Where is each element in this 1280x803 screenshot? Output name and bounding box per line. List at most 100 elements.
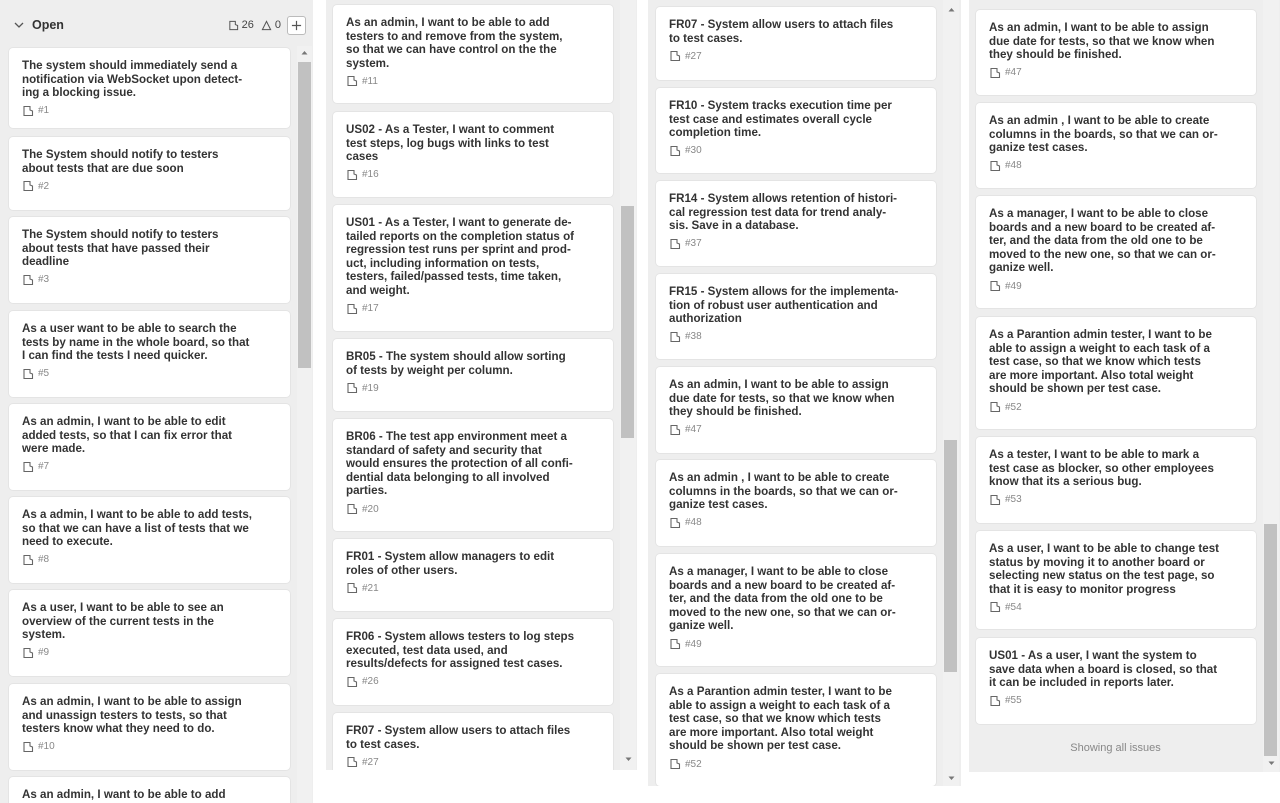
issue-title: As an admin, I want to be able to assign…: [669, 378, 895, 419]
issue-count-icon: [228, 20, 238, 30]
issue-icon: [670, 331, 681, 342]
issue-card[interactable]: US01 - As a Tester, I want to generate d…: [333, 205, 613, 331]
issue-card[interactable]: BR05 - The system should allow sorting o…: [333, 339, 613, 411]
issue-number: #47: [685, 424, 702, 436]
issue-id: #10: [22, 741, 55, 753]
issue-card[interactable]: As a Parantion admin tester, I want to b…: [656, 674, 936, 786]
issue-card[interactable]: FR14 - System allows retention of histor…: [656, 181, 936, 266]
issue-title: As a Parantion admin tester, I want to b…: [989, 328, 1212, 396]
issue-card[interactable]: As an admin , I want to be able to creat…: [976, 103, 1256, 188]
issue-card[interactable]: As an admin, I want to be able to assign…: [9, 684, 290, 770]
issue-id: #20: [346, 503, 379, 515]
issue-icon: [23, 181, 34, 192]
issue-title: As an admin, I want to be able to add: [22, 788, 226, 801]
issue-icon: [23, 647, 34, 658]
issue-number: #9: [38, 647, 50, 659]
issue-id: #49: [669, 638, 702, 650]
issue-card[interactable]: As a Parantion admin tester, I want to b…: [976, 317, 1256, 429]
issue-icon: [670, 51, 681, 62]
issue-title: FR07 - System allow users to attach file…: [346, 724, 571, 751]
issue-count: 26: [241, 19, 254, 31]
scrollbar-thumb[interactable]: [621, 206, 634, 438]
issue-card[interactable]: As a manager, I want to be able to close…: [656, 554, 936, 666]
scroll-down-arrow-icon[interactable]: [947, 774, 956, 783]
issue-id: #54: [989, 601, 1022, 613]
issue-id: #48: [669, 517, 702, 529]
issue-number: #52: [1005, 401, 1022, 413]
issue-card[interactable]: As a user, I want to be able to see an o…: [9, 590, 290, 676]
issue-card[interactable]: FR01 - System allow managers to edit rol…: [333, 539, 613, 611]
issue-title: The system should immediately send a not…: [22, 59, 243, 100]
issue-card[interactable]: FR15 - System allows for the implementa-…: [656, 274, 936, 359]
issue-title: US02 - As a Tester, I want to comment te…: [346, 123, 555, 164]
issue-card[interactable]: BR06 - The test app environment meet a s…: [333, 419, 613, 531]
scroll-up-arrow-icon[interactable]: [300, 48, 309, 57]
issue-icon: [23, 105, 34, 116]
issue-icon: [347, 757, 358, 768]
issue-id: #49: [989, 280, 1022, 292]
issue-card[interactable]: FR07 - System allow users to attach file…: [656, 7, 936, 80]
scrollbar-thumb[interactable]: [1264, 524, 1277, 756]
issue-number: #1: [38, 105, 50, 117]
issue-card[interactable]: FR10 - System tracks execution time per …: [656, 88, 936, 173]
blocked-count-icon: [261, 19, 272, 30]
issue-card[interactable]: As a manager, I want to be able to close…: [976, 196, 1256, 308]
issue-title: FR15 - System allows for the implementa-…: [669, 285, 899, 326]
issue-card[interactable]: US01 - As a user, I want the system to s…: [976, 638, 1256, 724]
issue-number: #49: [1005, 280, 1022, 292]
issue-card[interactable]: As a tester, I want to be able to mark a…: [976, 437, 1256, 523]
issue-card[interactable]: As an admin, I want to be able to assign…: [656, 367, 936, 453]
issue-id: #52: [989, 401, 1022, 413]
issue-card[interactable]: As an admin , I want to be able to creat…: [656, 460, 936, 546]
issue-id: #5: [22, 368, 49, 380]
issue-card[interactable]: US02 - As a Tester, I want to comment te…: [333, 112, 613, 197]
issue-title: As an admin , I want to be able to creat…: [989, 114, 1218, 155]
issue-id: #26: [346, 676, 379, 688]
issue-card[interactable]: As an admin, I want to be able to add: [9, 777, 290, 803]
issue-card[interactable]: The System should notify to testers abou…: [9, 137, 290, 210]
column-header: Open 26 0: [7, 6, 308, 44]
issue-id: #1: [22, 105, 49, 117]
issue-title: As a Parantion admin tester, I want to b…: [669, 685, 892, 753]
issue-id: #47: [669, 424, 702, 436]
issue-number: #3: [38, 274, 50, 286]
issue-number: #5: [38, 368, 50, 380]
issue-card[interactable]: The system should immediately send a not…: [9, 48, 290, 128]
issue-number: #27: [685, 50, 702, 62]
add-issue-button[interactable]: [287, 15, 306, 35]
issue-card[interactable]: As an admin, I want to be able to assign…: [976, 10, 1256, 95]
issue-id: #16: [346, 169, 379, 181]
issue-id: #48: [989, 160, 1022, 172]
chevron-down-icon[interactable]: [14, 20, 24, 30]
scroll-down-arrow-icon[interactable]: [624, 755, 633, 764]
issue-card[interactable]: As a user, I want to be able to change t…: [976, 531, 1256, 629]
issue-number: #47: [1005, 67, 1022, 79]
issue-title: As an admin, I want to be able to add te…: [346, 16, 563, 70]
board-column-4: As an admin, I want to be able to assign…: [969, 0, 1280, 772]
issue-card[interactable]: As an admin, I want to be able to add te…: [333, 5, 613, 103]
issue-icon: [990, 401, 1001, 413]
issue-card[interactable]: The System should notify to testers abou…: [9, 217, 290, 303]
issue-card[interactable]: As a user want to be able to search the …: [9, 311, 290, 397]
issue-title: As an admin, I want to be able to edit a…: [22, 415, 233, 456]
issue-card[interactable]: FR07 - System allow users to attach file…: [333, 713, 613, 770]
issue-card[interactable]: FR06 - System allows testers to log step…: [333, 619, 613, 705]
issue-id: #52: [669, 758, 702, 770]
issue-number: #19: [362, 382, 379, 394]
issue-title: FR06 - System allows testers to log step…: [346, 630, 575, 671]
issue-id: #37: [669, 238, 702, 250]
issue-icon: [990, 695, 1001, 706]
issue-title: As a tester, I want to be able to mark a…: [989, 448, 1214, 489]
issue-card[interactable]: As a admin, I want to be able to add tes…: [9, 497, 290, 583]
scroll-up-arrow-icon[interactable]: [947, 5, 956, 14]
issue-icon: [670, 238, 681, 249]
issue-title: As a user want to be able to search the …: [22, 322, 250, 363]
issue-card[interactable]: As an admin, I want to be able to edit a…: [9, 404, 290, 490]
board-column-2: As an admin, I want to be able to add te…: [326, 0, 637, 770]
issue-icon: [347, 169, 358, 180]
scrollbar-thumb[interactable]: [298, 62, 311, 368]
scroll-down-arrow-icon[interactable]: [1267, 759, 1276, 768]
scrollbar-thumb[interactable]: [944, 440, 957, 672]
issue-id: #38: [669, 331, 702, 343]
issue-number: #53: [1005, 494, 1022, 506]
